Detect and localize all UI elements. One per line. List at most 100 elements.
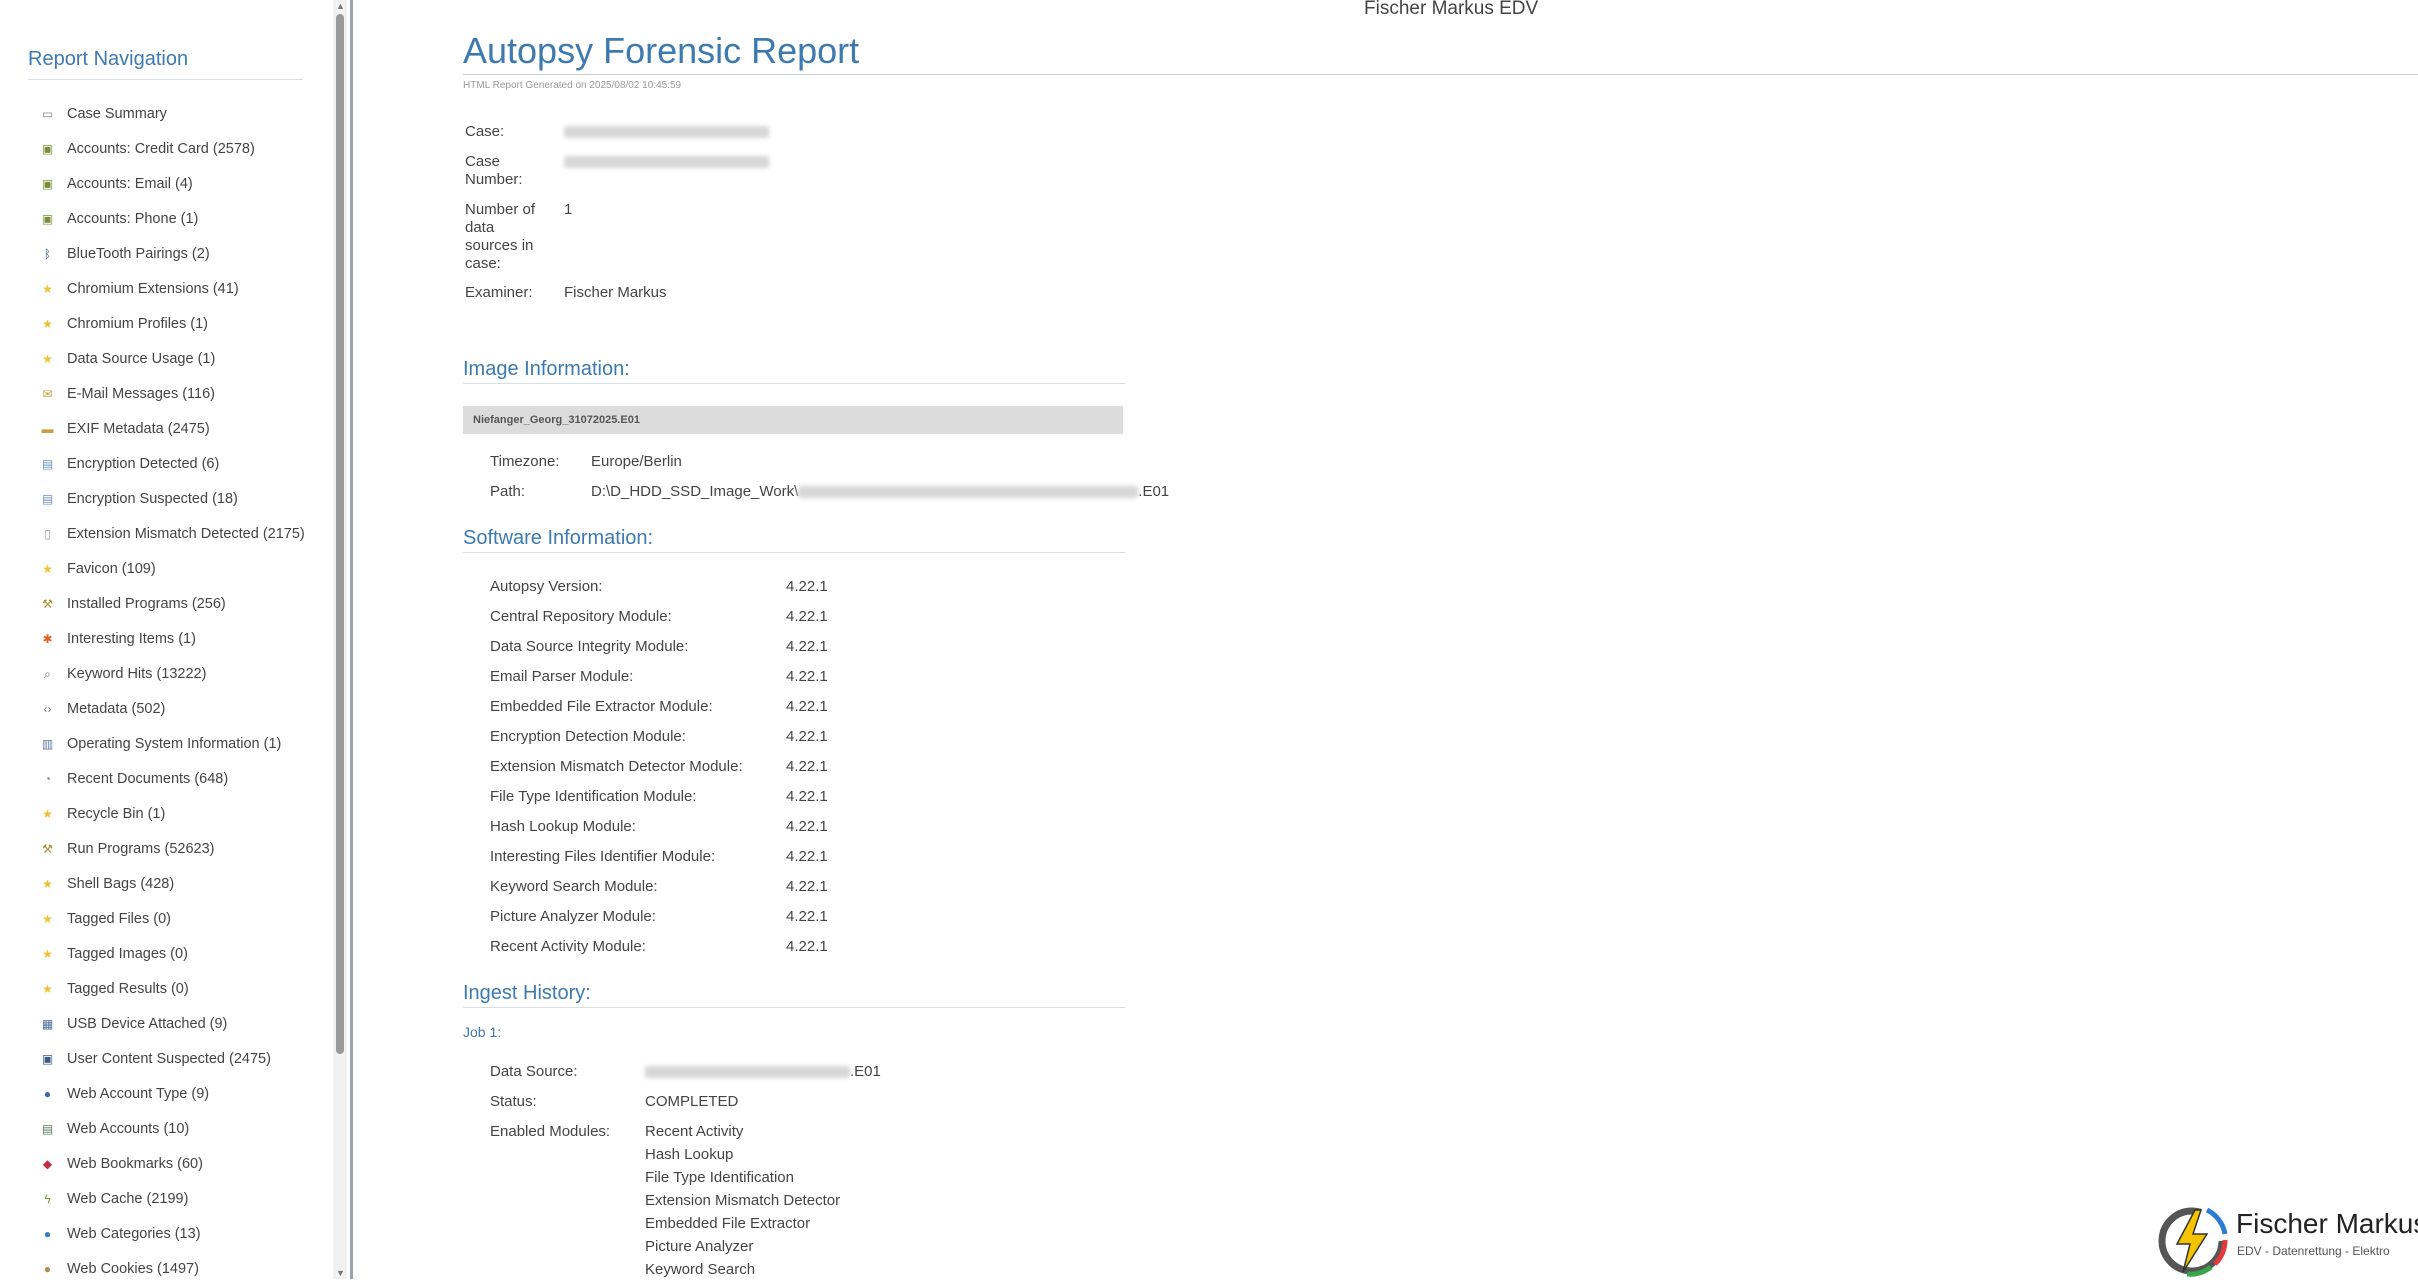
software-module-label: Embedded File Extractor Module: xyxy=(490,698,713,715)
nav-item-label[interactable]: Web Cookies (1497) xyxy=(67,1261,199,1277)
sidebar-scrollbar[interactable]: ▲ ▼ xyxy=(333,0,347,1279)
nav-item-label[interactable]: Metadata (502) xyxy=(67,701,165,717)
enabled-module-item: Picture Analyzer xyxy=(645,1238,754,1255)
nav-item[interactable]: ▯ Extension Mismatch Detected (2175) xyxy=(40,516,305,551)
nav-item[interactable]: ★ Data Source Usage (1) xyxy=(40,341,305,376)
nav-item-label[interactable]: Accounts: Credit Card (2578) xyxy=(67,141,255,157)
document-lock-icon: ▤ xyxy=(41,491,54,506)
scroll-up-arrow-icon[interactable]: ▲ xyxy=(336,1,345,11)
nav-item[interactable]: ▣ Accounts: Credit Card (2578) xyxy=(40,131,305,166)
software-module-version: 4.22.1 xyxy=(786,728,828,745)
generated-timestamp: HTML Report Generated on 2025/08/02 10:4… xyxy=(463,80,682,91)
nav-item[interactable]: ◔ Recent Documents (648) xyxy=(40,761,305,796)
usb-icon: ▦ xyxy=(41,1016,54,1031)
nav-item-label[interactable]: Interesting Items (1) xyxy=(67,631,196,647)
nav-item-label[interactable]: Encryption Suspected (18) xyxy=(67,491,238,507)
nav-item[interactable]: ● Web Account Type (9) xyxy=(40,1076,305,1111)
nav-item[interactable]: ★ Tagged Files (0) xyxy=(40,901,305,936)
nav-item-label[interactable]: Favicon (109) xyxy=(67,561,156,577)
nav-item[interactable]: ϟ Web Cache (2199) xyxy=(40,1181,305,1216)
nav-item-label[interactable]: Extension Mismatch Detected (2175) xyxy=(67,526,305,542)
nav-item[interactable]: ◆ Web Bookmarks (60) xyxy=(40,1146,305,1181)
nav-item[interactable]: ★ Chromium Profiles (1) xyxy=(40,306,305,341)
job-label: Job 1: xyxy=(463,1024,502,1040)
enabled-module-item: Embedded File Extractor xyxy=(645,1215,811,1232)
data-source-label: Data Source: xyxy=(490,1063,578,1080)
nav-item-label[interactable]: Accounts: Email (4) xyxy=(67,176,193,192)
nav-item-label[interactable]: BlueTooth Pairings (2) xyxy=(67,246,210,262)
nav-item-label[interactable]: Web Account Type (9) xyxy=(67,1086,209,1102)
nav-item[interactable]: ⚒ Installed Programs (256) xyxy=(40,586,305,621)
nav-item[interactable]: ▤ Encryption Detected (6) xyxy=(40,446,305,481)
nav-item[interactable]: ★ Tagged Images (0) xyxy=(40,936,305,971)
nav-item[interactable]: ★ Recycle Bin (1) xyxy=(40,796,305,831)
data-sources-label: Number of data sources in case: xyxy=(465,201,536,272)
nav-item-label[interactable]: Tagged Images (0) xyxy=(67,946,188,962)
software-module-label: Email Parser Module: xyxy=(490,668,634,685)
software-module-version: 4.22.1 xyxy=(786,668,828,685)
nav-item-label[interactable]: Installed Programs (256) xyxy=(67,596,226,612)
nav-item[interactable]: ▣ User Content Suspected (2475) xyxy=(40,1041,305,1076)
nav-item[interactable]: ▣ Accounts: Email (4) xyxy=(40,166,305,201)
nav-item-label[interactable]: Web Categories (13) xyxy=(67,1226,201,1242)
nav-item[interactable]: ● Web Cookies (1497) xyxy=(40,1251,305,1279)
timezone-value: Europe/Berlin xyxy=(591,453,682,470)
star-icon: ★ xyxy=(42,946,53,961)
software-module-label: File Type Identification Module: xyxy=(490,788,697,805)
frame-divider[interactable] xyxy=(350,0,353,1279)
nav-item[interactable]: ▦ USB Device Attached (9) xyxy=(40,1006,305,1041)
nav-item-label[interactable]: Shell Bags (428) xyxy=(67,876,174,892)
star-icon: ★ xyxy=(42,911,53,926)
nav-item[interactable]: ⚒ Run Programs (52623) xyxy=(40,831,305,866)
ingest-history-heading: Ingest History: xyxy=(463,982,591,1004)
nav-item[interactable]: ★ Tagged Results (0) xyxy=(40,971,305,1006)
nav-item-label[interactable]: Tagged Results (0) xyxy=(67,981,189,997)
nav-item-label[interactable]: Chromium Profiles (1) xyxy=(67,316,208,332)
nav-item[interactable]: ● Web Categories (13) xyxy=(40,1216,305,1251)
nav-item[interactable]: ▬ EXIF Metadata (2475) xyxy=(40,411,305,446)
nav-item-label[interactable]: Operating System Information (1) xyxy=(67,736,281,752)
nav-item[interactable]: ✉ E-Mail Messages (116) xyxy=(40,376,305,411)
web-accounts-icon: ▤ xyxy=(41,1121,54,1136)
nav-item-label[interactable]: E-Mail Messages (116) xyxy=(67,386,215,402)
nav-item[interactable]: ▥ Operating System Information (1) xyxy=(40,726,305,761)
nav-item-label[interactable]: Tagged Files (0) xyxy=(67,911,171,927)
nav-item-label[interactable]: Run Programs (52623) xyxy=(67,841,215,857)
enabled-module-item: Recent Activity xyxy=(645,1123,744,1140)
nav-item[interactable]: ▣ Accounts: Phone (1) xyxy=(40,201,305,236)
path-value: D:\D_HDD_SSD_Image_Work\ .E01 xyxy=(591,483,1169,500)
nav-item[interactable]: ★ Favicon (109) xyxy=(40,551,305,586)
nav-item-label[interactable]: Recycle Bin (1) xyxy=(67,806,165,822)
software-module-version: 4.22.1 xyxy=(786,698,828,715)
nav-item[interactable]: ‹› Metadata (502) xyxy=(40,691,305,726)
nav-item-label[interactable]: EXIF Metadata (2475) xyxy=(67,421,210,437)
nav-item-label[interactable]: Chromium Extensions (41) xyxy=(67,281,239,297)
nav-item[interactable]: ▤ Encryption Suspected (18) xyxy=(40,481,305,516)
nav-item-label[interactable]: Keyword Hits (13222) xyxy=(67,666,206,682)
nav-item-label[interactable]: Recent Documents (648) xyxy=(67,771,228,787)
software-module-version: 4.22.1 xyxy=(786,878,828,895)
software-module-label: Interesting Files Identifier Module: xyxy=(490,848,716,865)
nav-item-label[interactable]: Web Cache (2199) xyxy=(67,1191,188,1207)
nav-item[interactable]: ✱ Interesting Items (1) xyxy=(40,621,305,656)
nav-item-label[interactable]: Web Accounts (10) xyxy=(67,1121,189,1137)
briefcase-icon: ▭ xyxy=(41,106,54,121)
nav-item[interactable]: ⌕ Keyword Hits (13222) xyxy=(40,656,305,691)
nav-item[interactable]: ᛒ BlueTooth Pairings (2) xyxy=(40,236,305,271)
nav-item-label[interactable]: USB Device Attached (9) xyxy=(67,1016,227,1032)
nav-item-label[interactable]: Web Bookmarks (60) xyxy=(67,1156,203,1172)
tools-icon: ⚒ xyxy=(42,841,53,856)
nav-item[interactable]: ▭ Case Summary xyxy=(40,96,305,131)
scroll-down-arrow-icon[interactable]: ▼ xyxy=(336,1268,345,1278)
nav-item-label[interactable]: Data Source Usage (1) xyxy=(67,351,215,367)
nav-item[interactable]: ▤ Web Accounts (10) xyxy=(40,1111,305,1146)
nav-item-label[interactable]: Accounts: Phone (1) xyxy=(67,211,198,227)
nav-item[interactable]: ★ Shell Bags (428) xyxy=(40,866,305,901)
scrollbar-thumb[interactable] xyxy=(336,14,344,1054)
nav-item-label[interactable]: Case Summary xyxy=(67,106,167,122)
nav-item-label[interactable]: User Content Suspected (2475) xyxy=(67,1051,271,1067)
section-divider xyxy=(463,1007,1125,1008)
nav-item-label[interactable]: Encryption Detected (6) xyxy=(67,456,219,472)
nav-item[interactable]: ★ Chromium Extensions (41) xyxy=(40,271,305,306)
enabled-module-item: Keyword Search xyxy=(645,1261,756,1278)
